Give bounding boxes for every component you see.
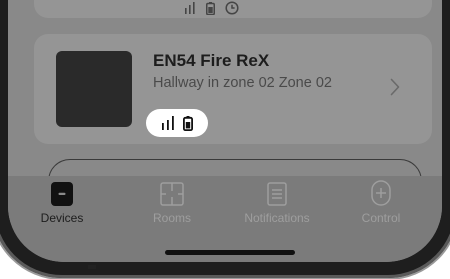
device-location: Hallway in zone 02 Zone 02 bbox=[153, 75, 332, 91]
signal-strength-icon bbox=[185, 2, 195, 14]
rooms-icon bbox=[160, 182, 184, 206]
battery-icon bbox=[206, 1, 215, 15]
tab-rooms[interactable]: Rooms bbox=[132, 176, 212, 225]
chevron-right-icon[interactable] bbox=[390, 78, 400, 101]
phone-side-button bbox=[88, 265, 96, 269]
clock-icon bbox=[225, 1, 239, 15]
tab-notifications[interactable]: Notifications bbox=[237, 176, 317, 225]
tab-label: Control bbox=[361, 211, 401, 225]
devices-icon bbox=[51, 182, 73, 206]
previous-card-status bbox=[184, 1, 239, 15]
tab-devices[interactable]: Devices bbox=[22, 176, 102, 225]
signal-strength-icon bbox=[162, 116, 174, 130]
device-status-pill bbox=[146, 109, 208, 137]
phone-frame: EN54 Fire ReX Hallway in zone 02 Zone 02 bbox=[0, 0, 450, 278]
device-name: EN54 Fire ReX bbox=[153, 51, 270, 70]
notifications-icon bbox=[267, 182, 287, 206]
app-screen: EN54 Fire ReX Hallway in zone 02 Zone 02 bbox=[8, 0, 442, 262]
tab-control[interactable]: Control bbox=[341, 176, 421, 225]
tab-label: Devices bbox=[40, 211, 84, 225]
previous-device-card[interactable] bbox=[34, 0, 432, 18]
tab-label: Notifications bbox=[244, 211, 310, 225]
control-icon bbox=[371, 180, 391, 206]
device-thumbnail bbox=[56, 51, 132, 127]
tab-label: Rooms bbox=[152, 211, 191, 225]
battery-icon bbox=[183, 115, 193, 131]
device-card[interactable]: EN54 Fire ReX Hallway in zone 02 Zone 02 bbox=[34, 34, 432, 144]
home-indicator[interactable] bbox=[165, 250, 295, 255]
